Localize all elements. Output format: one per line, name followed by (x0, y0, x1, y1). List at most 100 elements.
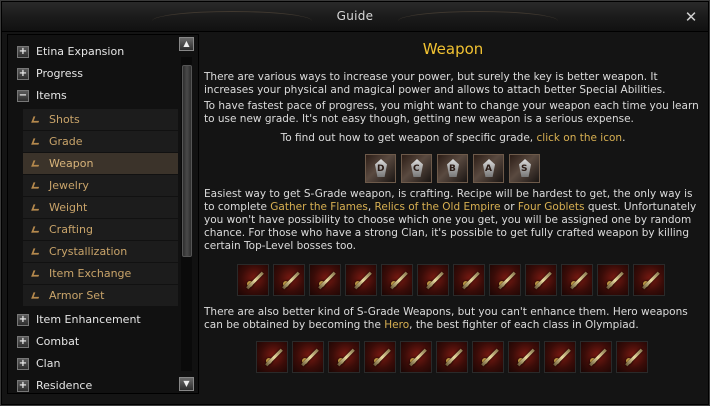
tree-item-items[interactable]: − Items (8, 85, 182, 107)
sub-item-grade[interactable]: Grade (23, 131, 178, 152)
tree-item-label: Item Enhancement (36, 313, 141, 326)
crafting-sep-2: or (503, 201, 515, 213)
tree-item-residence[interactable]: + Residence (8, 375, 182, 397)
grade-c-icon[interactable]: C (401, 154, 432, 183)
hero-weapon-icon[interactable] (256, 341, 288, 373)
sub-item-label: Shots (49, 113, 80, 126)
sub-item-shots[interactable]: Shots (23, 109, 178, 130)
paragraph-grade-hint: To find out how to get weapon of specifi… (204, 132, 702, 145)
collapse-icon[interactable]: − (17, 90, 29, 102)
scroll-thumb[interactable] (182, 65, 192, 257)
scroll-track[interactable] (181, 57, 192, 371)
hero-weapon-icon[interactable] (364, 341, 396, 373)
sub-item-jewelry[interactable]: Jewelry (23, 175, 178, 196)
sub-item-armor-set[interactable]: Armor Set (23, 285, 178, 306)
weapon-icon[interactable] (525, 264, 557, 296)
hero-weapon-icon[interactable] (400, 341, 432, 373)
expand-icon[interactable]: + (17, 314, 29, 326)
click-icon-link[interactable]: click on the icon (537, 132, 623, 144)
hero-weapon-icon[interactable] (616, 341, 648, 373)
tree-item-label: Items (36, 89, 67, 102)
bullet-icon (31, 248, 41, 255)
sub-item-crafting[interactable]: Crafting (23, 219, 178, 240)
bullet-icon (31, 204, 41, 211)
paragraph-intro: There are various ways to increase your … (204, 71, 666, 96)
hero-weapon-icon[interactable] (292, 341, 324, 373)
expand-icon[interactable]: + (17, 358, 29, 370)
sub-item-label: Crystallization (49, 245, 128, 258)
grade-b-icon[interactable]: B (437, 154, 468, 183)
hero-weapon-icon[interactable] (436, 341, 468, 373)
paragraph-crafting: Easiest way to get S-Grade weapon, is cr… (204, 188, 702, 253)
tree-item-clan[interactable]: + Clan (8, 353, 182, 375)
arrow-up-icon[interactable]: ▲ (179, 37, 194, 51)
weapon-icon[interactable] (417, 264, 449, 296)
weapon-icon[interactable] (309, 264, 341, 296)
weapon-icon[interactable] (453, 264, 485, 296)
guide-tree: + Etina Expansion + Progress − Items Sho… (7, 34, 199, 394)
sub-item-crystallization[interactable]: Crystallization (23, 241, 178, 262)
weapon-icon[interactable] (237, 264, 269, 296)
grade-d-icon[interactable]: D (365, 154, 396, 183)
tree-item-label: Residence (36, 379, 93, 392)
expand-icon[interactable]: + (17, 336, 29, 348)
guide-content: Weapon There are various ways to increas… (201, 34, 705, 396)
expand-icon[interactable]: + (17, 68, 29, 80)
gather-the-flames-link[interactable]: Gather the Flames (270, 201, 368, 213)
weapon-icon[interactable] (597, 264, 629, 296)
sub-item-label: Armor Set (49, 289, 105, 302)
bullet-icon (31, 160, 41, 167)
grade-a-icon[interactable]: A (473, 154, 504, 183)
hero-text-b: , the best fighter of each class in Olym… (409, 319, 639, 331)
bullet-icon (31, 270, 41, 277)
tree-item-label: Clan (36, 357, 61, 370)
guide-window: Guide ✕ + Etina Expansion + Progress − I… (0, 0, 710, 406)
s-grade-weapons-row (237, 264, 669, 297)
hero-weapon-icon[interactable] (544, 341, 576, 373)
hero-weapon-icon[interactable] (508, 341, 540, 373)
four-goblets-link[interactable]: Four Goblets (518, 201, 585, 213)
sub-item-item-exchange[interactable]: Item Exchange (23, 263, 178, 284)
hero-link[interactable]: Hero (384, 319, 409, 331)
tree-item-progress[interactable]: + Progress (8, 63, 182, 85)
tree-item-combat[interactable]: + Combat (8, 331, 182, 353)
hero-weapons-row (256, 341, 652, 374)
expand-icon[interactable]: + (17, 380, 29, 392)
grade-hint-text: To find out how to get weapon of specifi… (280, 132, 534, 144)
weapon-icon[interactable] (345, 264, 377, 296)
tree-scrollbar[interactable]: ▲ ▼ (179, 37, 195, 393)
sub-item-label: Jewelry (49, 179, 89, 192)
arrow-down-icon[interactable]: ▼ (179, 377, 194, 391)
expand-icon[interactable]: + (17, 46, 29, 58)
hero-weapon-icon[interactable] (328, 341, 360, 373)
close-icon[interactable]: ✕ (683, 9, 699, 25)
weapon-icon[interactable] (561, 264, 593, 296)
sub-item-label: Item Exchange (49, 267, 132, 280)
grade-icons-row: D C B A S (365, 154, 543, 184)
relics-old-empire-link[interactable]: Relics of the Old Empire (375, 201, 501, 213)
grade-s-icon[interactable]: S (509, 154, 540, 183)
weapon-icon[interactable] (273, 264, 305, 296)
paragraph-hero: There are also better kind of S-Grade We… (204, 306, 702, 332)
hero-weapon-icon[interactable] (472, 341, 504, 373)
sub-item-weapon[interactable]: Weapon (23, 153, 178, 174)
weapon-icon[interactable] (489, 264, 521, 296)
sub-item-label: Grade (49, 135, 83, 148)
crafting-sep-1: , (367, 201, 372, 213)
grade-hint-suffix: . (622, 132, 626, 144)
weapon-icon[interactable] (633, 264, 665, 296)
sub-item-label: Weight (49, 201, 88, 214)
hero-weapon-icon[interactable] (580, 341, 612, 373)
tree-item-label: Etina Expansion (36, 45, 125, 58)
bullet-icon (31, 138, 41, 145)
title-bar[interactable]: Guide ✕ (2, 2, 708, 32)
page-title: Weapon (422, 40, 484, 58)
bullet-icon (31, 116, 41, 123)
sub-item-label: Weapon (49, 157, 94, 170)
tree-item-item-enhancement[interactable]: + Item Enhancement (8, 309, 182, 331)
sub-item-weight[interactable]: Weight (23, 197, 178, 218)
weapon-icon[interactable] (381, 264, 413, 296)
bullet-icon (31, 226, 41, 233)
tree-item-etina-expansion[interactable]: + Etina Expansion (8, 41, 182, 63)
bullet-icon (31, 182, 41, 189)
